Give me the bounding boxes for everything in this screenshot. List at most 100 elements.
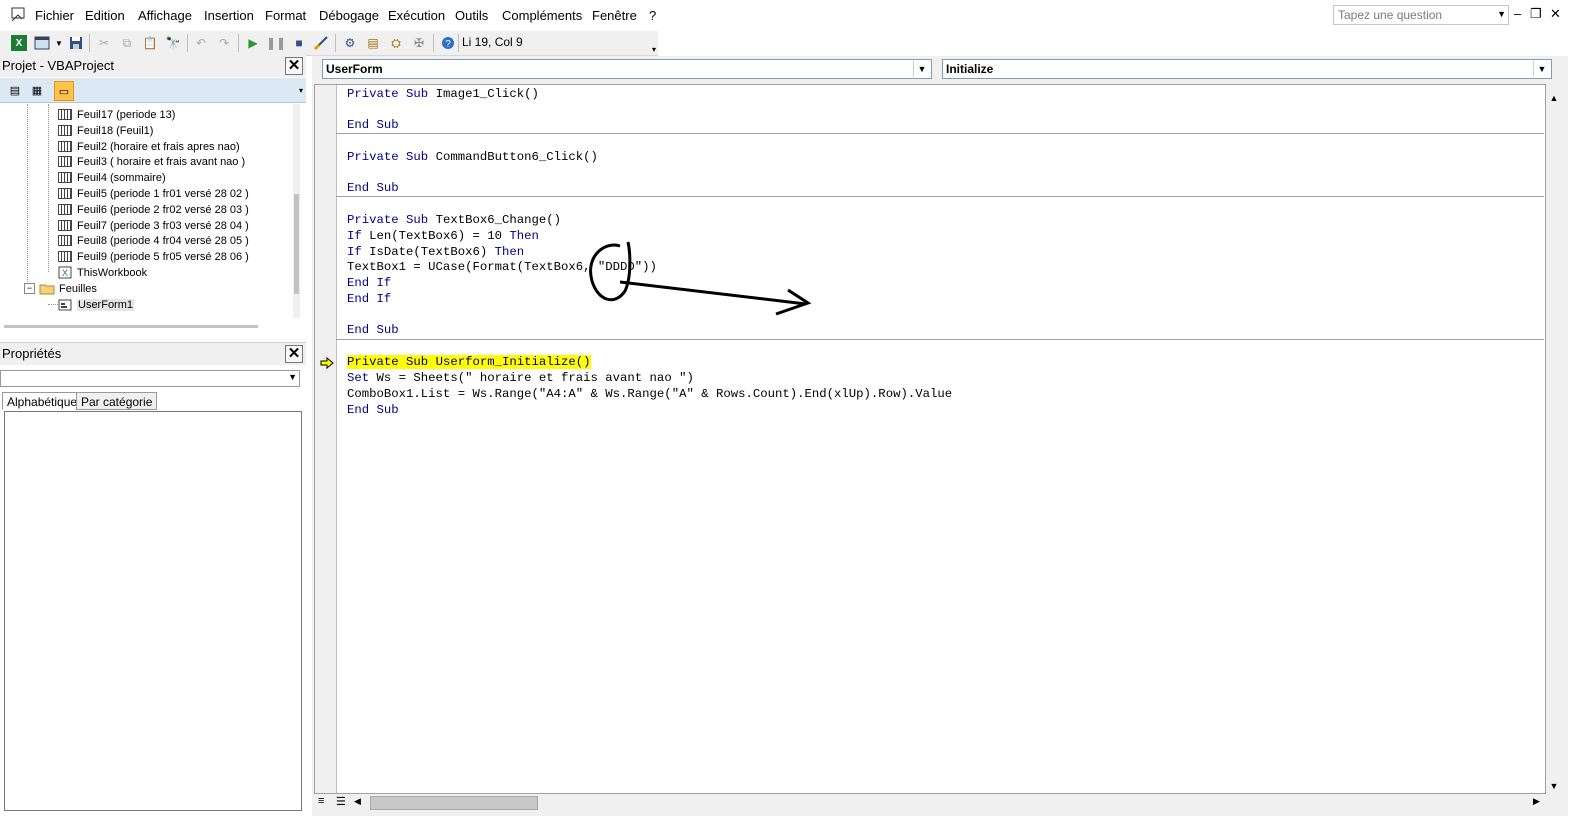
tree-item-userform1[interactable]: UserForm1 [58, 297, 135, 312]
svg-text:?: ? [445, 39, 451, 50]
toggle-folders-icon[interactable]: ▭ [54, 81, 74, 101]
stop-icon[interactable]: ■ [291, 35, 307, 51]
code-line[interactable]: Private Sub CommandButton6_Click() [347, 150, 598, 165]
code-line[interactable]: Private Sub TextBox6_Change() [347, 213, 561, 228]
menu-edition[interactable]: Edition [85, 8, 125, 23]
tree-item[interactable]: Feuil18 (Feuil1) [58, 123, 153, 138]
view-code-icon[interactable]: ▤ [6, 81, 24, 99]
code-line[interactable]: Private Sub Image1_Click() [347, 87, 539, 102]
chevron-down-icon[interactable]: ▼ [288, 372, 297, 382]
code-line[interactable]: End If [347, 276, 391, 291]
scroll-right-icon[interactable]: ▶ [1533, 796, 1540, 807]
menu-execution[interactable]: Exécution [388, 8, 445, 23]
tree-item[interactable]: Feuil8 (periode 4 fr04 versé 28 05 ) [58, 233, 249, 248]
code-horizontal-scrollbar[interactable]: ≡ ☰ ◀ ▶ [314, 794, 1546, 810]
vba-app-icon[interactable] [10, 7, 26, 23]
copy-icon[interactable]: ⧉ [119, 35, 135, 51]
code-line[interactable]: End Sub [347, 181, 399, 196]
scroll-up-icon[interactable]: ▲ [1546, 90, 1562, 106]
tree-scrollbar[interactable] [293, 104, 300, 318]
excel-view-icon[interactable]: X [11, 35, 27, 51]
object-browser-icon[interactable]: ⛭ [388, 35, 404, 51]
code-vertical-scrollbar[interactable]: ▲ ▼ [1546, 84, 1562, 794]
tree-folder-feuilles[interactable]: − Feuilles [24, 281, 97, 296]
design-mode-icon[interactable] [313, 35, 329, 51]
redo-icon[interactable]: ↷ [216, 35, 232, 51]
menu-format[interactable]: Format [265, 8, 306, 23]
tree-item[interactable]: Feuil2 (horaire et frais apres nao) [58, 139, 240, 154]
full-module-view-icon[interactable]: ☰ [336, 795, 346, 808]
object-combo[interactable]: UserForm ▼ [322, 59, 932, 79]
code-line[interactable]: End Sub [347, 323, 399, 338]
menu-insertion[interactable]: Insertion [204, 8, 254, 23]
undo-icon[interactable]: ↶ [193, 35, 209, 51]
tree-item[interactable]: Feuil3 ( horaire et frais avant nao ) [58, 154, 245, 169]
tree-item[interactable]: Feuil17 (periode 13) [58, 107, 175, 122]
code-line[interactable]: End If [347, 292, 391, 307]
worksheet-icon [58, 188, 72, 199]
code-line[interactable]: ComboBox1.List = Ws.Range("A4:A" & Ws.Ra… [347, 387, 952, 402]
minimize-icon[interactable]: – [1514, 6, 1521, 21]
menu-complements[interactable]: Compléments [502, 8, 582, 23]
cut-icon[interactable]: ✂ [96, 35, 112, 51]
properties-pane-title: Propriétés [2, 346, 62, 361]
tree-item-label: Feuil6 (periode 2 fr02 versé 28 03 ) [77, 203, 249, 216]
menu-debogage[interactable]: Débogage [319, 8, 379, 23]
chevron-down-icon[interactable]: ▼ [1533, 61, 1550, 77]
menu-help[interactable]: ? [649, 8, 656, 23]
scroll-down-icon[interactable]: ▼ [1546, 778, 1562, 794]
save-icon[interactable] [68, 35, 84, 51]
menu-outils[interactable]: Outils [455, 8, 488, 23]
chevron-down-icon[interactable]: ▼ [51, 35, 67, 51]
horizontal-scroll-thumb[interactable] [370, 796, 538, 810]
code-line[interactable]: If Len(TextBox6) = 10 Then [347, 229, 539, 244]
code-line[interactable]: If IsDate(TextBox6) Then [347, 245, 524, 260]
project-explorer-icon[interactable]: ⚙ [342, 35, 358, 51]
code-line-current[interactable]: Private Sub Userform_Initialize() [347, 355, 591, 370]
tree-horizontal-scrollbar[interactable] [0, 322, 290, 330]
margin-indicator-bar[interactable] [315, 85, 337, 793]
object-select[interactable]: ▼ [0, 370, 300, 387]
question-search-input[interactable]: Tapez une question ▼ [1333, 5, 1509, 25]
toolbox-icon[interactable]: ✠ [411, 35, 427, 51]
find-icon[interactable]: 🔭 [165, 35, 181, 51]
procedure-combo[interactable]: Initialize ▼ [942, 59, 1552, 79]
help-icon[interactable]: ? [440, 35, 456, 51]
tab-alphabetique[interactable]: Alphabétique [2, 392, 83, 410]
tree-item[interactable]: Feuil9 (periode 5 fr05 versé 28 06 ) [58, 249, 249, 264]
code-line[interactable]: End Sub [347, 403, 399, 418]
tree-item-thisworkbook[interactable]: X ThisWorkbook [58, 265, 147, 280]
scroll-left-icon[interactable]: ◀ [354, 796, 361, 807]
properties-window-icon[interactable]: ▤ [365, 35, 381, 51]
paste-icon[interactable]: 📋 [142, 35, 158, 51]
menu-affichage[interactable]: Affichage [138, 8, 192, 23]
code-editor[interactable] [314, 84, 1546, 794]
hand-drawn-annotation [589, 241, 812, 316]
collapse-icon[interactable]: − [24, 283, 35, 294]
chevron-down-icon[interactable]: ▼ [1497, 9, 1506, 19]
tab-par-categorie[interactable]: Par catégorie [76, 392, 158, 410]
run-icon[interactable]: ▶ [245, 35, 261, 51]
view-object-icon[interactable]: ▦ [28, 81, 46, 99]
close-icon[interactable]: ✕ [285, 57, 303, 75]
standard-toolbar: X ▼ ✂ ⧉ 📋 🔭 ↶ ↷ ▶ ❚❚ ■ ⚙ ▤ ⛭ ✠ ? ▾ [0, 31, 658, 56]
pause-icon[interactable]: ❚❚ [266, 35, 286, 51]
menu-fichier[interactable]: Fichier [35, 8, 74, 23]
close-icon[interactable]: ✕ [285, 345, 303, 363]
properties-grid[interactable] [4, 411, 302, 811]
tree-item[interactable]: Feuil4 (sommaire) [58, 170, 166, 185]
tree-item[interactable]: Feuil5 (periode 1 fr01 versé 28 02 ) [58, 186, 249, 201]
properties-pane-header: Propriétés ✕ [0, 342, 306, 365]
close-window-icon[interactable]: ✕ [1550, 6, 1561, 22]
toolbar-options-icon[interactable]: ▾ [646, 41, 662, 57]
code-line[interactable]: Set Ws = Sheets(" horaire et frais avant… [347, 371, 694, 386]
code-line[interactable]: End Sub [347, 118, 399, 133]
procedure-view-icon[interactable]: ≡ [318, 795, 324, 807]
menu-fenetre[interactable]: Fenêtre [592, 8, 637, 23]
chevron-down-icon[interactable]: ▼ [913, 61, 930, 77]
restore-icon[interactable]: ❐ [1530, 6, 1542, 22]
insert-userform-icon[interactable] [34, 35, 50, 51]
tree-item[interactable]: Feuil7 (periode 3 fr03 versé 28 04 ) [58, 218, 249, 233]
pane-options-icon[interactable]: ▾ [292, 81, 310, 99]
tree-item[interactable]: Feuil6 (periode 2 fr02 versé 28 03 ) [58, 202, 249, 217]
